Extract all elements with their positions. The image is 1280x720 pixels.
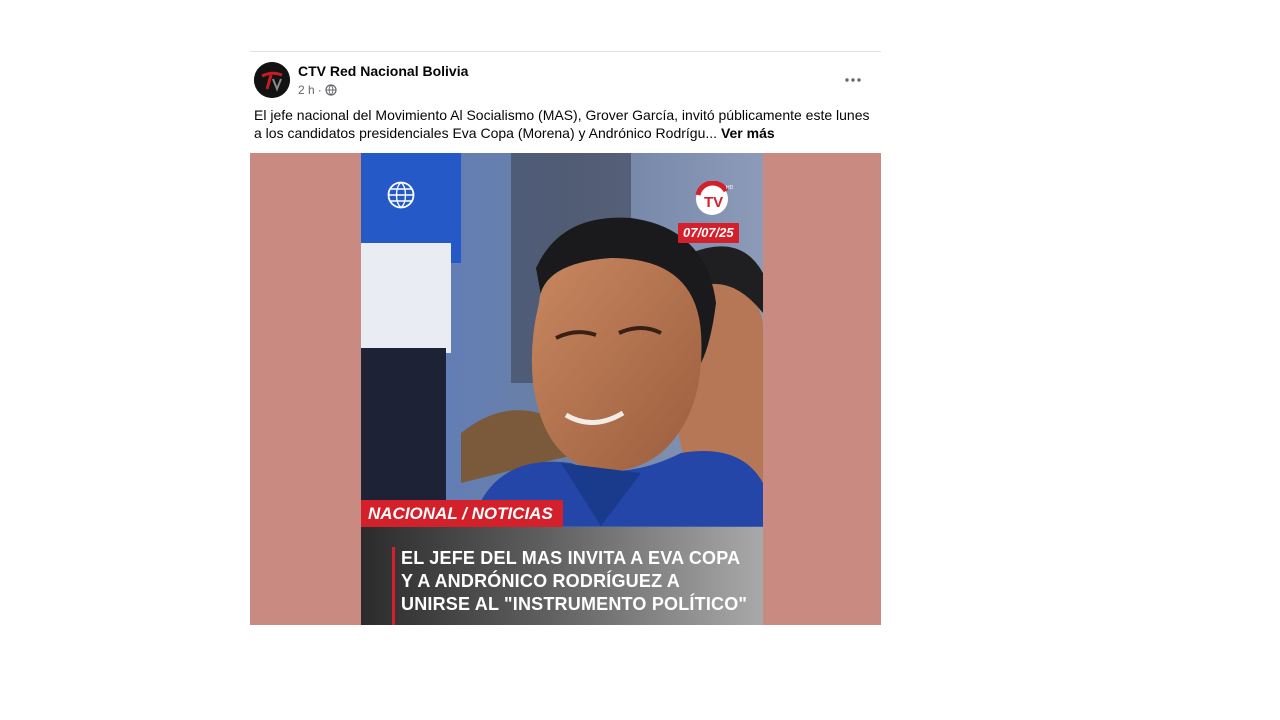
corner-globe-icon xyxy=(387,181,415,209)
ctv-logo-icon xyxy=(254,62,290,98)
page: CTV Red Nacional Bolivia 2 h · El jefe n… xyxy=(0,0,1280,720)
feed-post: CTV Red Nacional Bolivia 2 h · El jefe n… xyxy=(250,51,881,625)
headline-accent-bar xyxy=(392,547,395,625)
post-media[interactable]: TV HD 07/07/25 NACIONAL / NOTICIAS EL JE… xyxy=(250,153,881,625)
post-message-text: El jefe nacional del Movimiento Al Socia… xyxy=(254,107,870,141)
headline-line: EL JEFE DEL MAS INVITA A EVA COPA xyxy=(401,548,741,568)
section-tag: NACIONAL / NOTICIAS xyxy=(361,500,563,527)
news-image-card[interactable]: TV HD 07/07/25 NACIONAL / NOTICIAS EL JE… xyxy=(361,153,763,625)
see-more-link[interactable]: Ver más xyxy=(721,125,775,141)
logo-text: TV xyxy=(704,194,723,211)
more-options-icon xyxy=(845,78,861,82)
page-avatar[interactable] xyxy=(254,62,290,98)
ctv-channel-logo-icon: TV HD xyxy=(695,181,734,215)
headline-box: EL JEFE DEL MAS INVITA A EVA COPA Y A AN… xyxy=(361,527,763,625)
headline-line: UNIRSE AL "INSTRUMENTO POLÍTICO" xyxy=(401,594,748,614)
headline-line: Y A ANDRÓNICO RODRÍGUEZ A xyxy=(401,571,681,591)
logo-hd-text: HD xyxy=(726,185,734,191)
date-badge: 07/07/25 xyxy=(678,223,739,243)
news-headline: EL JEFE DEL MAS INVITA A EVA COPA Y A AN… xyxy=(401,547,751,616)
page-name-link[interactable]: CTV Red Nacional Bolivia xyxy=(298,63,468,79)
post-header: CTV Red Nacional Bolivia 2 h · xyxy=(250,52,881,102)
post-meta: 2 h · xyxy=(298,83,337,97)
meta-separator: · xyxy=(317,83,322,97)
post-message: El jefe nacional del Movimiento Al Socia… xyxy=(254,106,874,142)
more-options-button[interactable] xyxy=(839,68,867,92)
globe-icon[interactable] xyxy=(325,84,337,96)
post-time-link[interactable]: 2 h xyxy=(298,83,315,97)
